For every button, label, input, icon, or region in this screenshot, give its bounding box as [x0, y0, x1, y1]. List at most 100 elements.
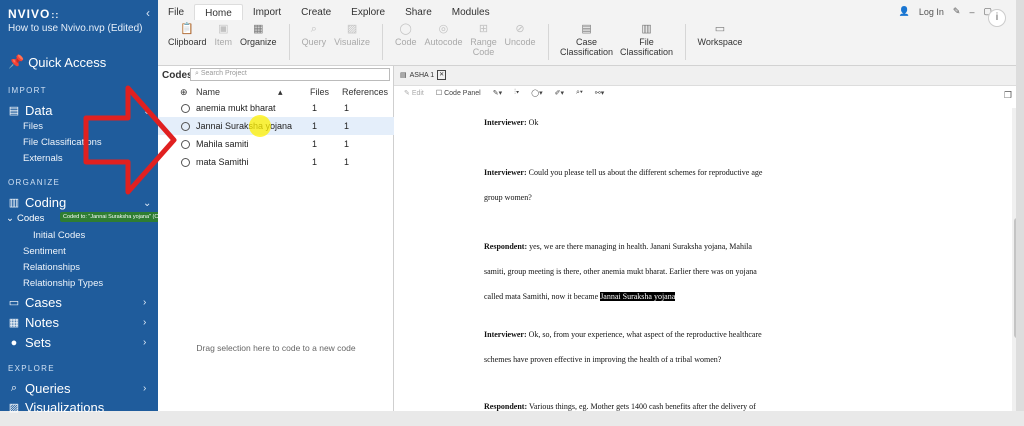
- workspace-icon: ▭: [714, 23, 726, 35]
- cursor-highlight-icon: [249, 115, 271, 137]
- arrow-shape: [83, 85, 177, 195]
- annotation-arrow: [83, 85, 177, 195]
- sort-icon[interactable]: ▴: [278, 87, 283, 98]
- code-icon: ◯: [399, 23, 412, 35]
- sidebar-item-relationship-types[interactable]: Relationship Types: [23, 278, 103, 289]
- sidebar-item-externals[interactable]: Externals: [23, 153, 63, 164]
- column-name[interactable]: Name: [196, 87, 220, 97]
- organize-button[interactable]: ▦ Organize: [236, 24, 281, 48]
- chevron-right-icon[interactable]: ›: [143, 383, 146, 394]
- codes-panel-title: Codes: [162, 70, 193, 81]
- sidebar-visualizations[interactable]: ▨ Visualizations: [8, 400, 104, 415]
- sidebar-quick-access[interactable]: 📌 Quick Access: [8, 54, 106, 70]
- table-row[interactable]: Mahila samiti 1 1: [158, 135, 394, 153]
- sidebar-item-codes[interactable]: ⌄ Codes: [6, 213, 44, 224]
- file-classification-button[interactable]: ▥ File Classification: [617, 23, 677, 58]
- sidebar-notes[interactable]: ▦ Notes: [8, 315, 59, 330]
- sidebar-item-files[interactable]: Files: [23, 121, 43, 132]
- visualize-button[interactable]: ▨ Visualize: [330, 23, 374, 48]
- user-icon[interactable]: 👤: [899, 6, 910, 17]
- query-icon: ⌕: [310, 23, 317, 35]
- tab-home[interactable]: Home: [194, 4, 243, 20]
- tab-file[interactable]: File: [158, 4, 194, 20]
- coding-stripes-icon[interactable]: ⫶▾: [514, 89, 519, 97]
- query-button[interactable]: ⌕ Query: [298, 23, 331, 48]
- chevron-right-icon[interactable]: ›: [143, 317, 146, 328]
- paragraph: Interviewer: Could you please tell us ab…: [484, 168, 763, 202]
- case-classification-button[interactable]: ▤ Case Classification: [557, 24, 617, 58]
- column-files[interactable]: Files: [310, 87, 329, 97]
- code-button[interactable]: ◯ Code: [391, 23, 421, 48]
- sidebar-cases[interactable]: ▭ Cases: [8, 295, 62, 310]
- window-controls: 👤 Log In ✎ – ▢: [899, 6, 992, 17]
- highlight-icon[interactable]: ✎▾: [493, 89, 502, 97]
- chevron-down-icon[interactable]: ⌄: [143, 198, 151, 209]
- item-button[interactable]: ▣ Item: [211, 24, 237, 48]
- divider: [381, 24, 383, 60]
- collapse-sidebar-icon[interactable]: ‹: [146, 6, 150, 20]
- add-code-icon[interactable]: ⊕: [180, 87, 188, 98]
- login-link[interactable]: Log In: [919, 7, 944, 17]
- visualize-icon: ▨: [346, 23, 358, 35]
- file-classification-icon: ▥: [641, 23, 652, 35]
- tab-explore[interactable]: Explore: [341, 4, 395, 20]
- tab-modules[interactable]: Modules: [442, 4, 500, 20]
- tab-create[interactable]: Create: [291, 4, 341, 20]
- uncode-icon: ⊘: [515, 23, 525, 35]
- sidebar-item-relationships[interactable]: Relationships: [23, 262, 80, 273]
- sidebar-item-initial-codes[interactable]: Initial Codes: [33, 230, 85, 241]
- paragraph: Interviewer: Ok, so, from your experienc…: [484, 330, 762, 364]
- codes-panel: Codes ⌕ Search Project ⊕ Name ▴ Files Re…: [158, 66, 394, 411]
- tab-share[interactable]: Share: [395, 4, 442, 20]
- zoom-icon[interactable]: ⌕▾: [576, 89, 583, 97]
- help-icon[interactable]: i: [988, 9, 1006, 27]
- search-icon: ⌕: [195, 70, 199, 77]
- tab-asha1[interactable]: ▤ ASHA 1 ✕: [400, 70, 447, 80]
- notes-icon: ▦: [8, 317, 20, 329]
- chevron-right-icon[interactable]: ›: [143, 337, 146, 348]
- range-code-button[interactable]: ⊞ Range Code: [467, 24, 501, 58]
- table-row[interactable]: mata Samithi 1 1: [158, 153, 394, 171]
- tab-import[interactable]: Import: [243, 4, 291, 20]
- code-icon: [181, 122, 190, 131]
- sidebar-item-sentiment[interactable]: Sentiment: [23, 246, 66, 257]
- workspace-button[interactable]: ▭ Workspace: [694, 23, 747, 48]
- autocode-button[interactable]: ◎ Autocode: [420, 24, 466, 48]
- coding-icon: ▥: [8, 197, 20, 209]
- paragraph: Interviewer: Ok: [484, 118, 539, 127]
- ribbon-tools: 📋 Clipboard ▣ Item ▦ Organize ⌕ Query ▨ Visua…: [164, 24, 746, 60]
- cases-icon: ▭: [8, 297, 20, 309]
- code-icon: [181, 140, 190, 149]
- section-explore: EXPLORE: [8, 364, 55, 373]
- minimize-icon[interactable]: –: [969, 7, 974, 17]
- sidebar-sets[interactable]: ● Sets: [8, 335, 51, 350]
- pin-icon[interactable]: ✎: [953, 6, 961, 17]
- sidebar-coding[interactable]: ▥ Coding: [8, 195, 66, 210]
- edit-button[interactable]: ✎ Edit: [404, 89, 424, 97]
- column-references[interactable]: References: [342, 87, 388, 97]
- section-organize: ORGANIZE: [8, 178, 61, 187]
- drop-hint[interactable]: Drag selection here to code to a new cod…: [158, 343, 394, 353]
- search-input[interactable]: ⌕ Search Project: [190, 68, 390, 81]
- divider: [684, 24, 686, 60]
- chevron-down-icon: ⌄: [6, 213, 14, 224]
- link-icon[interactable]: ⚯▾: [595, 89, 604, 97]
- uncode-button[interactable]: ⊘ Uncode: [501, 23, 540, 48]
- close-icon[interactable]: ✕: [437, 70, 447, 80]
- sidebar-queries[interactable]: ⌕ Queries: [8, 381, 71, 396]
- document-page[interactable]: Interviewer: Ok Interviewer: Could you p…: [484, 111, 999, 411]
- code-circle-icon[interactable]: ◯▾: [531, 89, 542, 97]
- chevron-right-icon[interactable]: ›: [143, 297, 146, 308]
- table-row[interactable]: anemia mukt bharat 1 1: [158, 99, 394, 117]
- restore-icon[interactable]: ❐: [1004, 90, 1012, 101]
- table-row[interactable]: Jannai Suraksha yojana 1 1: [158, 117, 394, 135]
- selected-text[interactable]: Jannai Suraksha yojana: [600, 292, 676, 301]
- clipboard-button[interactable]: 📋 Clipboard: [164, 24, 211, 48]
- sidebar-data[interactable]: ▤ Data: [8, 103, 53, 118]
- chart-icon: ▨: [8, 402, 20, 414]
- ribbon-tabs: File Home Import Create Explore Share Mo…: [158, 4, 500, 20]
- annotate-icon[interactable]: ✐▾: [555, 89, 564, 97]
- code-panel-checkbox[interactable]: ☐ Code Panel: [436, 89, 481, 97]
- code-icon: [181, 104, 190, 113]
- app-logo: NVIVO::: [8, 7, 60, 21]
